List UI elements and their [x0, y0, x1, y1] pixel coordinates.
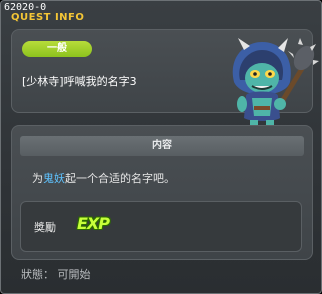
reward-box: 獎勵 EXP: [20, 201, 302, 252]
content-header: 内容: [20, 136, 304, 156]
quest-info-window: 62020-0 QUEST INFO 一般 [少林寺]呼喊我的名字3 内容 为鬼…: [0, 0, 322, 294]
quest-content-panel: 内容 为鬼妖起一个合适的名字吧。 獎勵 EXP: [11, 125, 313, 260]
quest-status: 狀態： 可開始: [21, 268, 91, 281]
quest-description: 为鬼妖起一个合适的名字吧。: [32, 170, 175, 186]
quest-summary-panel: 一般 [少林寺]呼喊我的名字3: [11, 29, 319, 138]
window-title: QUEST INFO: [11, 12, 85, 23]
description-highlight: 鬼妖: [43, 172, 65, 185]
reward-label: 獎勵: [34, 221, 56, 234]
exp-reward-icon: EXP: [77, 214, 110, 233]
description-prefix: 为: [32, 172, 43, 185]
description-suffix: 起一个合适的名字吧。: [65, 172, 175, 185]
quest-name: [少林寺]呼喊我的名字3: [22, 75, 137, 88]
category-badge: 一般: [22, 41, 92, 57]
